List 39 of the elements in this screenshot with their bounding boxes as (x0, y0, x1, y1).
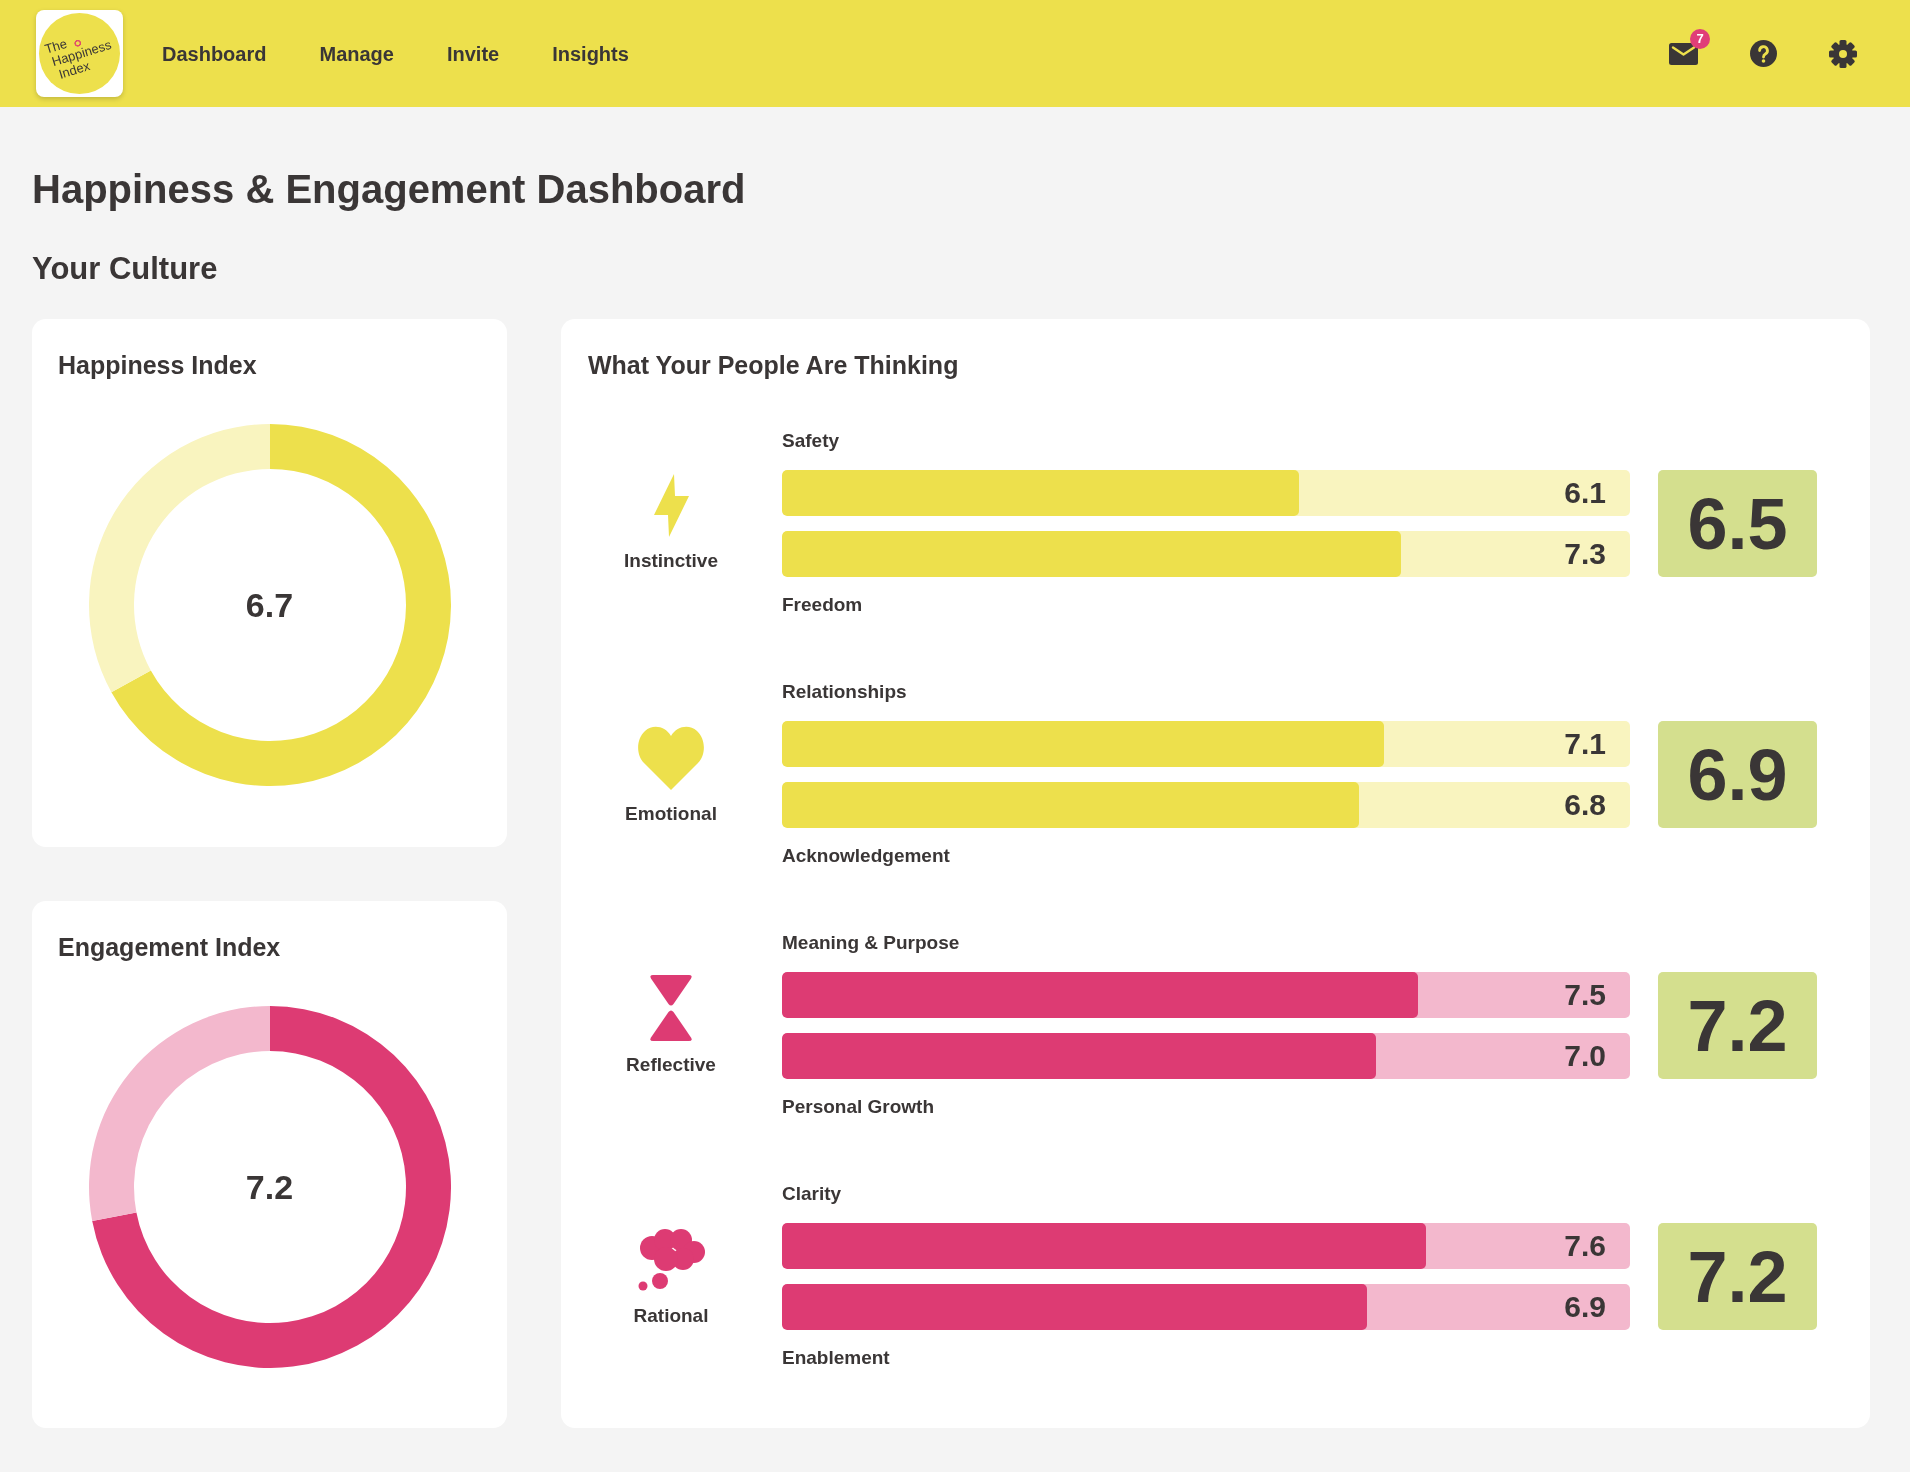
bar-value: 7.6 (1564, 1228, 1606, 1264)
nav-link[interactable]: Invite (446, 40, 500, 67)
category-label: Instinctive (624, 549, 718, 573)
mail-icon[interactable] (1669, 42, 1698, 65)
bar-value: 7.5 (1564, 977, 1606, 1013)
bar-value: 6.1 (1564, 475, 1606, 511)
nav-link[interactable]: Dashboard (162, 40, 267, 67)
page-title: Happiness & Engagement Dashboard (32, 166, 747, 212)
settings-icon[interactable] (1829, 39, 1857, 68)
nav-link[interactable]: Manage (319, 40, 394, 67)
card-title: Engagement Index (58, 931, 282, 962)
metric-label: Safety (782, 429, 840, 453)
category-label: Emotional (625, 801, 717, 826)
section-title: Your Culture (32, 251, 219, 287)
bar-value: 6.8 (1564, 787, 1606, 823)
metric-label: Meaning & Purpose (782, 931, 960, 955)
notification-badge: 7 (1690, 28, 1710, 49)
overall-score: 7.2 (1658, 1223, 1817, 1330)
bar-value: 7.1 (1564, 726, 1606, 762)
metric-label: Enablement (782, 1346, 890, 1370)
overall-score: 7.2 (1658, 972, 1817, 1079)
overall-score: 6.9 (1658, 721, 1817, 828)
metric-label: Acknowledgement (782, 844, 950, 868)
category-label: Reflective (626, 1052, 716, 1077)
bar-value: 7.3 (1564, 536, 1606, 572)
metric-label: Relationships (782, 680, 907, 704)
index-value: 7.2 (245, 1166, 294, 1207)
overall-score: 6.5 (1658, 470, 1817, 577)
help-icon[interactable] (1750, 40, 1777, 67)
bar-value: 6.9 (1564, 1289, 1606, 1325)
metric-label: Clarity (782, 1182, 842, 1206)
category-label: Rational (633, 1303, 709, 1328)
bar-value: 7.0 (1564, 1038, 1606, 1074)
metric-label: Freedom (782, 593, 863, 617)
card-title: Happiness Index (58, 350, 258, 380)
index-value: 6.7 (245, 585, 294, 625)
metric-label: Personal Growth (782, 1095, 935, 1119)
card-title: What Your People Are Thinking (588, 350, 960, 380)
nav-link[interactable]: Insights (552, 40, 629, 67)
